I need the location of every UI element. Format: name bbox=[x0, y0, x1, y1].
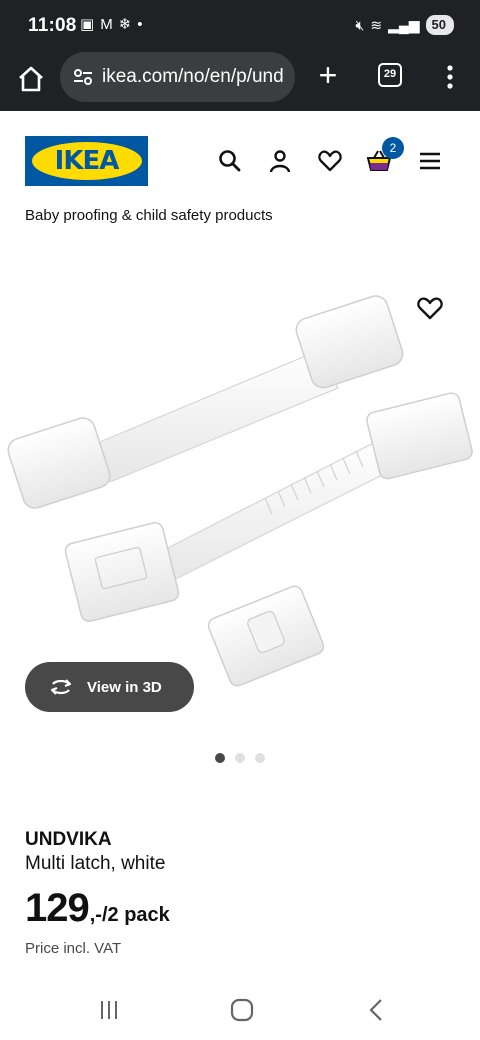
carousel-dot-2[interactable] bbox=[235, 753, 245, 763]
recent-apps-icon[interactable] bbox=[94, 997, 124, 1023]
view-in-3d-button[interactable]: View in 3D bbox=[25, 662, 194, 712]
view-in-3d-label: View in 3D bbox=[87, 678, 162, 696]
signal-icon: ▂▄▆ bbox=[388, 16, 420, 33]
logo-wordmark: IKEA bbox=[54, 146, 120, 176]
price-suffix: ,-/2 pack bbox=[89, 904, 170, 926]
ikea-logo[interactable]: IKEA bbox=[25, 136, 148, 186]
dot-icon: • bbox=[137, 16, 143, 33]
3d-rotate-icon bbox=[50, 679, 72, 695]
status-time: 11:08 bbox=[28, 15, 77, 36]
menu-icon[interactable] bbox=[417, 148, 443, 174]
back-icon[interactable] bbox=[362, 997, 392, 1023]
cart-count-badge: 2 bbox=[382, 137, 404, 159]
screenshot-icon: ▣ bbox=[80, 16, 95, 33]
account-icon[interactable] bbox=[267, 148, 293, 174]
new-tab-button[interactable]: + bbox=[314, 59, 342, 91]
product-description: Multi latch, white bbox=[25, 853, 166, 874]
wifi-icon: ≋ bbox=[370, 16, 383, 33]
status-system-icons: 🔇︎ ≋ ▂▄▆ 50 bbox=[356, 15, 454, 35]
search-icon[interactable] bbox=[217, 148, 243, 174]
mute-icon: 🔇︎ bbox=[355, 16, 365, 33]
browser-chrome: 11:08 ▣ M ❄ • 🔇︎ ≋ ▂▄▆ 50 ikea.com/no/en… bbox=[0, 0, 480, 111]
price-main: 129 bbox=[25, 886, 90, 930]
tab-switcher-button[interactable]: 29 bbox=[378, 63, 402, 87]
carousel-dot-1[interactable] bbox=[215, 753, 225, 763]
battery-indicator: 50 bbox=[425, 15, 454, 35]
site-settings-icon[interactable] bbox=[72, 66, 94, 88]
system-navigation-bar bbox=[0, 975, 480, 1040]
price-vat-note: Price incl. VAT bbox=[25, 940, 122, 957]
logo-oval: IKEA bbox=[31, 142, 142, 180]
image-carousel-dots bbox=[215, 753, 265, 763]
home-icon[interactable] bbox=[16, 64, 46, 94]
more-options-icon[interactable] bbox=[440, 63, 460, 91]
carousel-dot-3[interactable] bbox=[255, 753, 265, 763]
status-bar: 11:08 ▣ M ❄ • 🔇︎ ≋ ▂▄▆ 50 bbox=[0, 0, 480, 50]
gmail-icon: M bbox=[100, 16, 113, 33]
product-name: UNDVIKA bbox=[25, 829, 112, 850]
breadcrumb[interactable]: Baby proofing & child safety products bbox=[25, 207, 273, 224]
snowflake-icon: ❄ bbox=[118, 16, 132, 33]
address-bar[interactable]: ikea.com/no/en/p/und bbox=[60, 52, 295, 102]
browser-toolbar: ikea.com/no/en/p/und + 29 bbox=[0, 50, 480, 111]
status-notification-icons: ▣ M ❄ • bbox=[80, 16, 143, 34]
home-nav-icon[interactable] bbox=[227, 997, 257, 1023]
favourites-icon[interactable] bbox=[317, 148, 343, 174]
url-text[interactable]: ikea.com/no/en/p/und bbox=[102, 66, 284, 88]
add-to-favourites-icon[interactable] bbox=[416, 294, 444, 322]
product-price: 129 ,-/2 pack bbox=[25, 886, 170, 931]
